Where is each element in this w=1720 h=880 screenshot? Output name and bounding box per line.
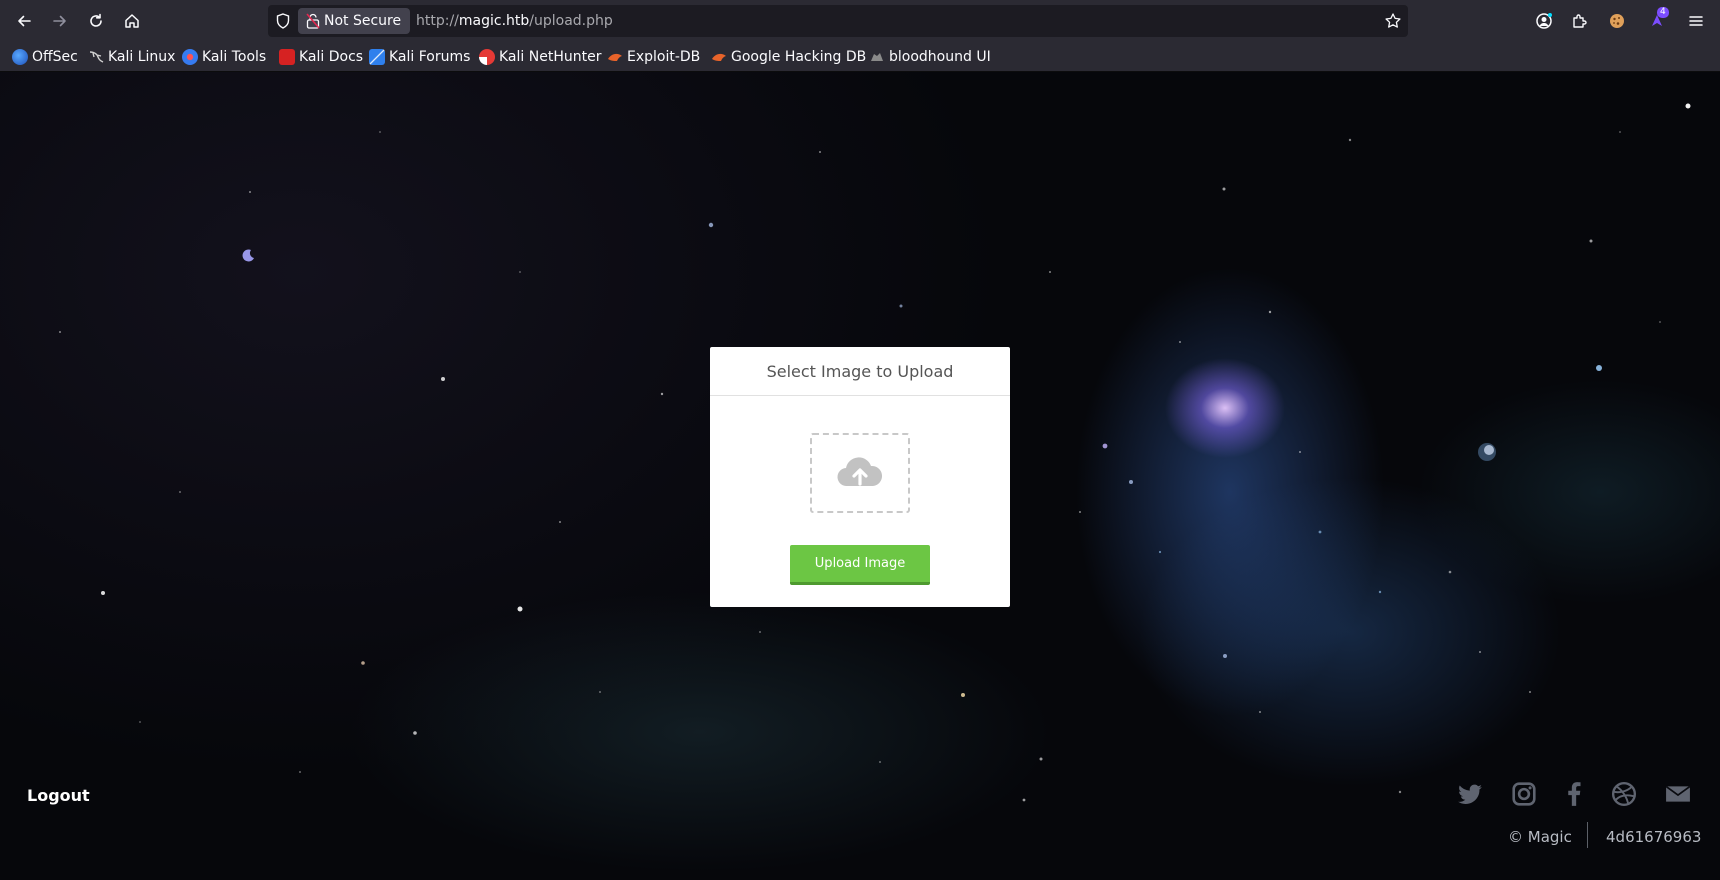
account-icon [1536, 13, 1552, 29]
offsec-icon [12, 49, 28, 65]
security-label: Not Secure [324, 13, 402, 29]
star-icon[interactable] [1384, 12, 1402, 30]
url-scheme: http:// [416, 13, 459, 29]
extension-badge-button[interactable]: 4 [1641, 5, 1673, 37]
broken-lock-icon [306, 13, 320, 29]
back-arrow-icon [18, 15, 31, 27]
copyright-text: © Magic [1508, 828, 1572, 846]
site-security-indicator[interactable]: Not Secure [298, 8, 410, 34]
page-background: Select Image to Upload Upload Image Logo… [0, 72, 1720, 880]
facebook-icon [1568, 782, 1581, 806]
puzzle-icon [1573, 14, 1587, 28]
instagram-icon [1512, 782, 1536, 806]
url-host: magic.htb [458, 13, 530, 29]
bookmarks-toolbar: OffSec Kali Linux Kali Tools Kali Docs K… [0, 42, 1720, 72]
logout-link[interactable]: Logout [27, 786, 90, 805]
cookie-extension-icon [1610, 14, 1624, 28]
twitter-icon [1458, 784, 1482, 804]
footer-divider [1587, 822, 1588, 848]
bookmark-label: Kali Docs [299, 49, 364, 65]
dribbble-icon [1611, 781, 1637, 807]
twitter-link[interactable] [1456, 780, 1484, 808]
forward-arrow-icon [53, 15, 66, 27]
upload-card: Select Image to Upload Upload Image [710, 347, 1010, 607]
bookmark-label: Kali Tools [202, 49, 267, 65]
upload-image-button[interactable]: Upload Image [790, 545, 930, 585]
bookmark-label: Google Hacking DB [731, 49, 867, 65]
envelope-icon [1665, 785, 1691, 802]
image-dropzone[interactable] [810, 433, 910, 513]
bookmark-kali-tools[interactable]: Kali Tools [182, 46, 266, 68]
url-path: /upload.php [529, 13, 613, 29]
dribbble-link[interactable] [1610, 780, 1638, 808]
footer-hash-text: 4d61676963 [1606, 828, 1702, 846]
back-button[interactable] [8, 5, 40, 37]
bookmark-bloodhound-ui[interactable]: bloodhound UI [869, 46, 991, 68]
bookmark-label: Kali Linux [108, 49, 176, 65]
reload-icon [90, 13, 102, 27]
bookmark-kali-nethunter[interactable]: Kali NetHunter [479, 46, 601, 68]
extension-badge: 4 [1657, 7, 1669, 18]
account-button[interactable] [1528, 5, 1560, 37]
kali-docs-icon [279, 49, 295, 65]
bookmark-offsec[interactable]: OffSec [12, 46, 78, 68]
ghdb-icon [712, 53, 726, 61]
kali-tools-icon [182, 49, 198, 65]
cookie-extension-button[interactable] [1601, 5, 1633, 37]
bookmark-label: Kali NetHunter [499, 49, 602, 65]
exploit-db-icon [608, 53, 622, 61]
home-button[interactable] [116, 5, 148, 37]
facebook-link[interactable] [1560, 780, 1588, 808]
forward-button[interactable] [44, 5, 76, 37]
kali-dragon-icon [89, 51, 104, 63]
menu-button[interactable] [1680, 5, 1712, 37]
instagram-link[interactable] [1510, 780, 1538, 808]
url-bar[interactable]: Not Secure http://magic.htb/upload.php [268, 5, 1408, 37]
bloodhound-icon [871, 53, 883, 61]
url-text[interactable]: http://magic.htb/upload.php [416, 5, 613, 37]
reload-button[interactable] [80, 5, 112, 37]
bookmark-label: bloodhound UI [889, 49, 991, 65]
bookmark-kali-forums[interactable]: Kali Forums [369, 46, 470, 68]
bookmark-exploit-db[interactable]: Exploit-DB [607, 46, 700, 68]
bookmark-label: Kali Forums [389, 49, 471, 65]
cloud-upload-icon [837, 457, 883, 487]
bookmark-kali-docs[interactable]: Kali Docs [279, 46, 363, 68]
bookmark-label: Exploit-DB [627, 49, 701, 65]
kali-forums-icon [369, 49, 385, 65]
bookmark-label: OffSec [32, 49, 78, 65]
bookmark-google-hacking-db[interactable]: Google Hacking DB [711, 46, 866, 68]
tracking-shield-icon[interactable] [274, 12, 292, 30]
nethunter-icon [479, 49, 495, 65]
browser-toolbar: Not Secure http://magic.htb/upload.php 4 [0, 0, 1720, 42]
email-link[interactable] [1664, 780, 1692, 808]
extensions-button[interactable] [1564, 5, 1596, 37]
hamburger-menu-icon [1689, 16, 1703, 26]
home-icon [125, 14, 139, 28]
upload-title: Select Image to Upload [710, 347, 1010, 396]
bookmark-kali-linux[interactable]: Kali Linux [88, 46, 175, 68]
